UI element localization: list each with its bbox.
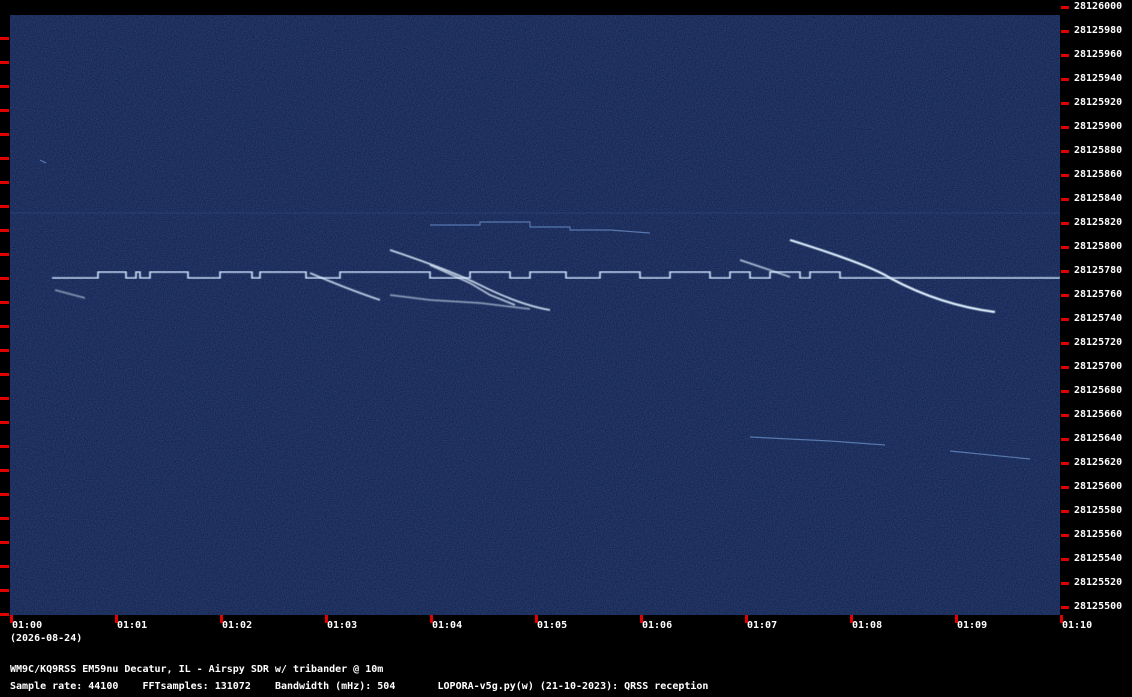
time-label: 01:05 xyxy=(537,620,568,631)
freq-tick-right xyxy=(1061,462,1069,465)
freq-label: 28125680 xyxy=(1074,385,1123,396)
freq-label: 28125880 xyxy=(1074,145,1123,156)
software-version: LOPORA-v5g.py(w) (21-10-2023): QRSS rece… xyxy=(437,681,709,692)
freq-label: 28125500 xyxy=(1074,601,1123,612)
freq-tick-left xyxy=(0,373,9,376)
freq-tick-right xyxy=(1061,30,1069,33)
freq-label: 28125800 xyxy=(1074,241,1123,252)
freq-tick-right xyxy=(1061,438,1069,441)
freq-tick-right xyxy=(1061,534,1069,537)
freq-label: 28125700 xyxy=(1074,361,1123,372)
noise-texture xyxy=(10,15,1060,615)
freq-tick-right xyxy=(1061,246,1069,249)
freq-tick-left xyxy=(0,277,9,280)
freq-label: 28125740 xyxy=(1074,313,1123,324)
freq-label: 28125620 xyxy=(1074,457,1123,468)
time-label: 01:06 xyxy=(642,620,673,631)
spectrogram-waterfall xyxy=(10,15,1060,615)
fft-samples: FFTsamples: 131072 xyxy=(142,681,251,692)
freq-label: 28125560 xyxy=(1074,529,1123,540)
freq-tick-right xyxy=(1061,6,1069,9)
time-label: 01:01 xyxy=(117,620,148,631)
freq-tick-left xyxy=(0,109,9,112)
freq-tick-left xyxy=(0,589,9,592)
freq-tick-right xyxy=(1061,270,1069,273)
freq-tick-right xyxy=(1061,318,1069,321)
freq-tick-left xyxy=(0,133,9,136)
freq-tick-right xyxy=(1061,294,1069,297)
freq-tick-left xyxy=(0,85,9,88)
freq-tick-left xyxy=(0,541,9,544)
freq-tick-left xyxy=(0,181,9,184)
freq-tick-left xyxy=(0,613,9,616)
time-label: 01:09 xyxy=(957,620,988,631)
freq-label: 28125900 xyxy=(1074,121,1123,132)
freq-label: 28125840 xyxy=(1074,193,1123,204)
freq-tick-right xyxy=(1061,390,1069,393)
freq-tick-right xyxy=(1061,54,1069,57)
time-label: 01:02 xyxy=(222,620,253,631)
time-label: 01:08 xyxy=(852,620,883,631)
freq-tick-left xyxy=(0,517,9,520)
time-label: 01:04 xyxy=(432,620,463,631)
waterfall-traces xyxy=(10,15,1060,615)
freq-label: 28125580 xyxy=(1074,505,1123,516)
freq-tick-right xyxy=(1061,558,1069,561)
freq-tick-right xyxy=(1061,510,1069,513)
freq-tick-right xyxy=(1061,414,1069,417)
freq-tick-left xyxy=(0,349,9,352)
freq-tick-left xyxy=(0,37,9,40)
time-label: 01:10 xyxy=(1062,620,1093,631)
freq-tick-right xyxy=(1061,150,1069,153)
time-label: 01:00 xyxy=(12,620,43,631)
freq-tick-right xyxy=(1061,582,1069,585)
sample-rate: Sample rate: 44100 xyxy=(10,681,119,692)
time-label: 01:03 xyxy=(327,620,358,631)
date-label: (2026-08-24) xyxy=(10,633,83,644)
bandwidth: Bandwidth (mHz): 504 xyxy=(274,681,396,692)
freq-tick-right xyxy=(1061,222,1069,225)
freq-tick-right xyxy=(1061,78,1069,81)
freq-label: 28125600 xyxy=(1074,481,1123,492)
freq-label: 28125640 xyxy=(1074,433,1123,444)
freq-label: 28125520 xyxy=(1074,577,1123,588)
freq-tick-left xyxy=(0,157,9,160)
freq-label: 28125760 xyxy=(1074,289,1123,300)
freq-tick-left xyxy=(0,205,9,208)
freq-tick-right xyxy=(1061,126,1069,129)
freq-tick-right xyxy=(1061,198,1069,201)
freq-label: 28125820 xyxy=(1074,217,1123,228)
freq-tick-left xyxy=(0,301,9,304)
freq-label: 28125720 xyxy=(1074,337,1123,348)
freq-label: 28125940 xyxy=(1074,73,1123,84)
freq-tick-left xyxy=(0,229,9,232)
freq-tick-right xyxy=(1061,102,1069,105)
freq-label: 28125660 xyxy=(1074,409,1123,420)
freq-tick-left xyxy=(0,325,9,328)
time-label: 01:07 xyxy=(747,620,778,631)
freq-tick-left xyxy=(0,445,9,448)
freq-tick-right xyxy=(1061,606,1069,609)
freq-label: 28125780 xyxy=(1074,265,1123,276)
freq-tick-right xyxy=(1061,174,1069,177)
station-info: WM9C/KQ9RSS EM59nu Decatur, IL - Airspy … xyxy=(10,664,384,675)
freq-tick-left xyxy=(0,61,9,64)
freq-label: 28125960 xyxy=(1074,49,1123,60)
freq-tick-right xyxy=(1061,366,1069,369)
settings-line: Sample rate: 44100 FFTsamples: 131072 Ba… xyxy=(10,681,708,692)
freq-tick-left xyxy=(0,397,9,400)
freq-tick-left xyxy=(0,421,9,424)
freq-label: 28125540 xyxy=(1074,553,1123,564)
freq-tick-left xyxy=(0,493,9,496)
freq-label: 28125860 xyxy=(1074,169,1123,180)
freq-tick-left xyxy=(0,469,9,472)
freq-label: 28125920 xyxy=(1074,97,1123,108)
freq-tick-left xyxy=(0,565,9,568)
freq-tick-right xyxy=(1061,486,1069,489)
freq-label: 28126000 xyxy=(1074,1,1123,12)
freq-tick-right xyxy=(1061,342,1069,345)
freq-label: 28125980 xyxy=(1074,25,1123,36)
freq-tick-left xyxy=(0,253,9,256)
